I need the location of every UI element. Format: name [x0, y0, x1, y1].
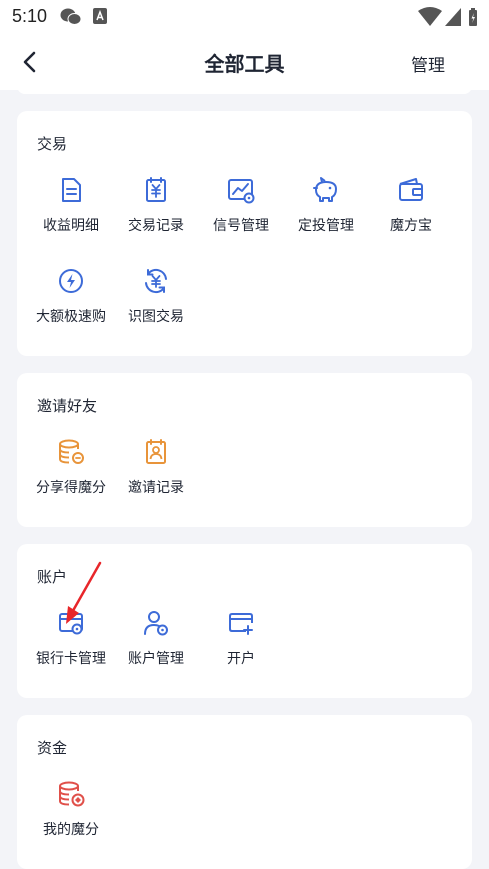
tool-label: 定投管理 [298, 218, 354, 234]
section-title-trade: 交易 [37, 135, 68, 153]
manage-button[interactable]: 管理 [411, 51, 445, 76]
user-gear-icon [144, 611, 168, 636]
tool-account-management[interactable]: 账户管理 [113, 608, 199, 668]
tool-label: 识图交易 [128, 309, 184, 325]
section-title-account: 账户 [37, 568, 68, 586]
tool-label: 分享得魔分 [36, 480, 106, 496]
tool-label: 开户 [227, 651, 255, 667]
section-title-invite: 邀请好友 [37, 397, 98, 415]
status-time: 5:10 [12, 6, 48, 26]
tool-large-fast-purchase[interactable]: 大额极速购 [28, 266, 114, 326]
invite-record-icon [146, 439, 166, 464]
bank-card-gear-icon [59, 613, 83, 635]
piggy-bank-icon [313, 177, 337, 202]
battery-icon [469, 8, 477, 26]
tool-label: 银行卡管理 [36, 651, 106, 667]
signal-icon [445, 8, 461, 26]
card-trade: 交易 收益明细 交易记录 信号管理 定投管理 魔方宝 大额极速购 识图交易 [17, 111, 472, 356]
header: 全部工具 管理 [0, 34, 489, 90]
tool-label: 交易记录 [128, 218, 184, 234]
lightning-icon [59, 269, 83, 293]
tool-label: 邀请记录 [128, 480, 184, 496]
tool-label: 收益明细 [43, 218, 99, 234]
wechat-icon [60, 8, 82, 25]
yuan-receipt-icon [146, 177, 166, 202]
tool-income-details[interactable]: 收益明细 [28, 175, 114, 235]
previous-card-edge [17, 86, 472, 94]
card-account: 账户 银行卡管理 账户管理 开户 [17, 544, 472, 698]
tool-label: 大额极速购 [36, 309, 106, 325]
tool-signal-management[interactable]: 信号管理 [198, 175, 284, 235]
tool-trade-records[interactable]: 交易记录 [113, 175, 199, 235]
tool-my-points[interactable]: 我的魔分 [28, 779, 114, 839]
tool-label: 魔方宝 [390, 218, 432, 234]
tool-image-trade[interactable]: 识图交易 [113, 266, 199, 326]
tool-label: 我的魔分 [43, 822, 99, 838]
tool-invite-records[interactable]: 邀请记录 [113, 437, 199, 497]
tool-share-for-points[interactable]: 分享得魔分 [28, 437, 114, 497]
chart-gear-icon [228, 179, 255, 204]
wallet-icon [399, 178, 423, 201]
card-add-icon [229, 613, 253, 635]
status-bar: 5:10 [0, 0, 489, 34]
app-notification-icon [93, 8, 107, 24]
tool-open-account[interactable]: 开户 [198, 608, 284, 668]
tool-fixed-investment[interactable]: 定投管理 [283, 175, 369, 235]
tool-mofang-bao[interactable]: 魔方宝 [368, 175, 454, 235]
card-funds: 资金 我的魔分 [17, 715, 472, 869]
tool-label: 账户管理 [128, 651, 184, 667]
coins-diamond-icon [59, 781, 85, 807]
yuan-cycle-icon [145, 268, 167, 294]
coins-stack-icon [59, 439, 84, 464]
tool-bank-card-management[interactable]: 银行卡管理 [28, 608, 114, 668]
wifi-icon [418, 7, 442, 26]
tool-label: 信号管理 [213, 218, 269, 234]
section-title-funds: 资金 [37, 739, 68, 757]
card-invite-friends: 邀请好友 分享得魔分 邀请记录 [17, 373, 472, 527]
document-icon [62, 178, 81, 202]
